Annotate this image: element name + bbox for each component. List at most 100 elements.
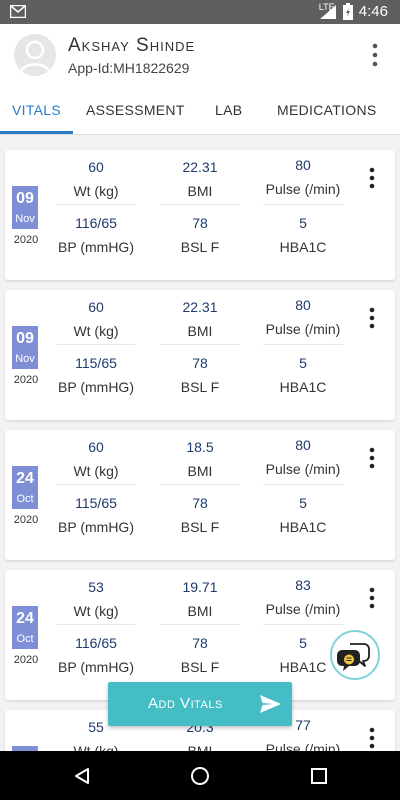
hba1c-label: HBA1C bbox=[279, 379, 327, 395]
pulse-value: 80 bbox=[295, 437, 311, 453]
bmi-value: 18.5 bbox=[186, 439, 214, 455]
vitals-card[interactable]: 09 Nov 2020 60 Wt (kg) 22.31 BMI 80 Puls… bbox=[5, 290, 395, 420]
more-vert-icon[interactable] bbox=[367, 306, 377, 332]
date-month: Nov bbox=[15, 213, 35, 225]
pulse-label: Pulse (/min) bbox=[265, 461, 341, 477]
bp-value: 116/65 bbox=[75, 635, 117, 651]
pulse-cell: 80 Pulse (/min) bbox=[257, 297, 349, 337]
more-vert-icon[interactable] bbox=[367, 586, 377, 612]
weight-label: Wt (kg) bbox=[73, 743, 119, 751]
date-day: 09 bbox=[16, 330, 34, 347]
bsl-cell: 78 BSL F bbox=[154, 495, 246, 535]
network-type: LTE bbox=[318, 2, 335, 12]
hba1c-cell: 5 HBA1C bbox=[257, 355, 349, 395]
date-year: 2020 bbox=[13, 234, 39, 246]
pulse-cell: 80 Pulse (/min) bbox=[257, 157, 349, 197]
hba1c-label: HBA1C bbox=[279, 519, 327, 535]
bsl-label: BSL F bbox=[180, 379, 220, 395]
bsl-cell: 78 BSL F bbox=[154, 635, 246, 675]
hba1c-cell: 5 HBA1C bbox=[257, 495, 349, 535]
divider bbox=[57, 204, 135, 205]
pulse-cell: 80 Pulse (/min) bbox=[257, 437, 349, 477]
pulse-value: 80 bbox=[295, 297, 311, 313]
divider bbox=[160, 344, 240, 345]
weight-cell: 53 Wt (kg) bbox=[50, 579, 142, 619]
bmi-cell: 22.31 BMI bbox=[154, 159, 246, 199]
hba1c-value: 5 bbox=[299, 215, 307, 231]
date-day: 09 bbox=[16, 190, 34, 207]
bmi-cell: 18.5 BMI bbox=[154, 439, 246, 479]
bp-cell: 116/65 BP (mmHG) bbox=[50, 215, 142, 255]
tab-assessment[interactable]: ASSESSMENT bbox=[86, 102, 185, 118]
home-icon[interactable] bbox=[190, 766, 210, 786]
bmi-label: BMI bbox=[187, 463, 213, 479]
pulse-label: Pulse (/min) bbox=[265, 181, 341, 197]
clock: 4:46 bbox=[358, 3, 388, 20]
bp-label: BP (mmHG) bbox=[58, 659, 134, 675]
more-vert-icon[interactable] bbox=[367, 726, 377, 751]
bsl-value: 78 bbox=[192, 215, 208, 231]
date-month: Nov bbox=[15, 353, 35, 365]
date-badge: 09 Nov bbox=[12, 326, 38, 369]
tab-medications[interactable]: MEDICATIONS bbox=[277, 102, 377, 118]
tab-lab[interactable]: LAB bbox=[215, 102, 242, 118]
more-vert-icon[interactable] bbox=[367, 446, 377, 472]
bp-label: BP (mmHG) bbox=[58, 379, 134, 395]
back-icon[interactable] bbox=[73, 767, 91, 785]
weight-cell: 60 Wt (kg) bbox=[50, 159, 142, 199]
bp-value: 115/65 bbox=[75, 355, 117, 371]
divider bbox=[57, 344, 135, 345]
bp-value: 115/65 bbox=[75, 495, 117, 511]
divider bbox=[160, 204, 240, 205]
bmi-label: BMI bbox=[187, 183, 213, 199]
pulse-cell: 83 Pulse (/min) bbox=[257, 577, 349, 617]
bsl-cell: 78 BSL F bbox=[154, 215, 246, 255]
tab-vitals[interactable]: VITALS bbox=[12, 102, 61, 118]
chat-button[interactable] bbox=[330, 630, 380, 680]
bmi-value: 22.31 bbox=[182, 159, 218, 175]
vitals-card[interactable]: 09 Nov 2020 60 Wt (kg) 22.31 BMI 80 Puls… bbox=[5, 150, 395, 280]
date-month: Oct bbox=[16, 633, 34, 645]
tab-indicator bbox=[0, 131, 73, 134]
divider bbox=[160, 624, 240, 625]
weight-cell: 60 Wt (kg) bbox=[50, 299, 142, 339]
weight-label: Wt (kg) bbox=[73, 603, 119, 619]
date-month: Oct bbox=[16, 493, 34, 505]
hba1c-cell: 5 HBA1C bbox=[257, 215, 349, 255]
person-avatar-icon[interactable] bbox=[14, 34, 56, 76]
chat-icon bbox=[337, 643, 370, 671]
recents-icon[interactable] bbox=[310, 767, 328, 785]
date-badge: 24 Oct bbox=[12, 466, 38, 509]
date-year: 2020 bbox=[13, 654, 39, 666]
more-vert-icon[interactable] bbox=[367, 166, 377, 192]
bmi-label: BMI bbox=[187, 603, 213, 619]
bsl-label: BSL F bbox=[180, 519, 220, 535]
bp-value: 116/65 bbox=[75, 215, 117, 231]
divider bbox=[263, 204, 343, 205]
pulse-label: Pulse (/min) bbox=[265, 321, 341, 337]
bmi-label: BMI bbox=[187, 323, 213, 339]
divider bbox=[57, 624, 135, 625]
bsl-value: 78 bbox=[192, 635, 208, 651]
date-year: 2020 bbox=[13, 514, 39, 526]
patient-app-id: App-Id:MH1822629 bbox=[68, 60, 190, 76]
date-year: 2020 bbox=[13, 374, 39, 386]
divider bbox=[263, 624, 343, 625]
bmi-value: 19.71 bbox=[182, 579, 218, 595]
weight-cell: 60 Wt (kg) bbox=[50, 439, 142, 479]
add-vitals-button[interactable]: Add Vitals bbox=[108, 682, 292, 726]
date-day: 24 bbox=[16, 610, 34, 627]
bsl-label: BSL F bbox=[180, 239, 220, 255]
hba1c-value: 5 bbox=[299, 355, 307, 371]
date-day: 24 bbox=[16, 470, 34, 487]
patient-header: Akshay Shinde App-Id:MH1822629 bbox=[0, 24, 400, 86]
bp-cell: 115/65 BP (mmHG) bbox=[50, 495, 142, 535]
weight-value: 60 bbox=[88, 159, 104, 175]
more-vert-icon[interactable] bbox=[370, 42, 380, 70]
hba1c-label: HBA1C bbox=[279, 239, 327, 255]
divider bbox=[263, 344, 343, 345]
system-navigation-bar bbox=[0, 751, 400, 800]
weight-label: Wt (kg) bbox=[73, 323, 119, 339]
bmi-label: BMI bbox=[187, 743, 213, 751]
vitals-card[interactable]: 24 Oct 2020 60 Wt (kg) 18.5 BMI 80 Pulse… bbox=[5, 430, 395, 560]
